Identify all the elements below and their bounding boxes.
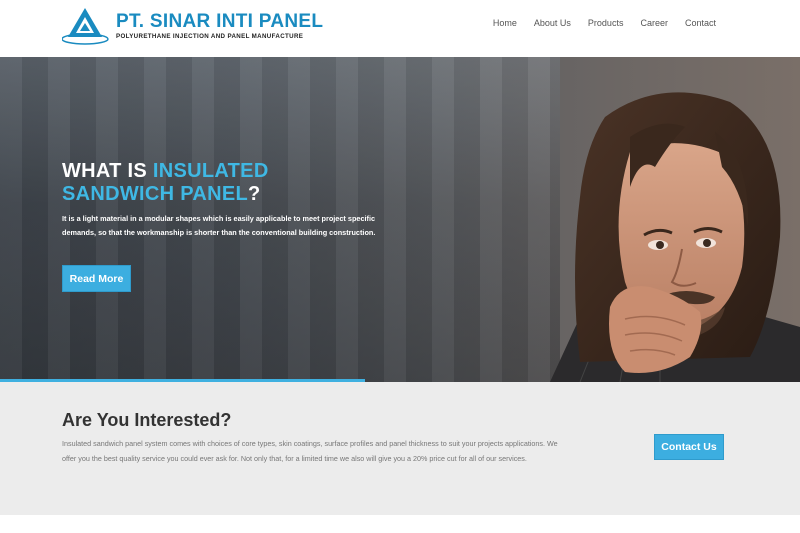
logo-triangle-icon <box>62 8 109 45</box>
hero-heading-line1: WHAT IS INSULATED <box>62 160 269 183</box>
logo-title-part1: PT. SINAR <box>116 11 217 32</box>
interested-title: Are You Interested? <box>62 410 232 430</box>
nav-products[interactable]: Products <box>579 18 632 28</box>
hero-man-photo <box>550 92 800 382</box>
hero-heading-white: WHAT IS <box>62 160 153 182</box>
nav-about-us[interactable]: About Us <box>525 18 579 28</box>
logo-title: PT. SINAR INTI PANEL <box>116 11 323 33</box>
hero-heading-line2: SANDWICH PANEL? <box>62 183 269 206</box>
hero-heading-accent: INSULATED <box>152 160 269 182</box>
company-logo[interactable]: PT. SINAR INTI PANEL POLYURETHANE INJECT… <box>62 6 323 46</box>
interested-description: Insulated sandwich panel system comes wi… <box>62 439 558 463</box>
site-header: PT. SINAR INTI PANEL POLYURETHANE INJECT… <box>0 0 800 57</box>
hero-heading-question: ? <box>248 183 261 205</box>
interested-section: Are You Interested? Insulated sandwich p… <box>0 382 800 515</box>
hero-heading-accent-2: SANDWICH PANEL <box>62 183 249 205</box>
page-footer-strip <box>0 515 800 533</box>
logo-title-part2: INTI PANEL <box>216 11 324 32</box>
main-nav: Home About Us Products Career Contact <box>484 18 716 28</box>
logo-subtitle: POLYURETHANE INJECTION AND PANEL MANUFAC… <box>116 33 304 40</box>
nav-career[interactable]: Career <box>632 18 677 28</box>
hero-banner: WHAT IS INSULATED SANDWICH PANEL? It is … <box>0 57 800 382</box>
read-more-button[interactable]: Read More <box>62 265 131 292</box>
nav-contact[interactable]: Contact <box>676 18 716 28</box>
contact-us-button[interactable]: Contact Us <box>654 434 724 460</box>
nav-home[interactable]: Home <box>484 18 525 28</box>
hero-description: It is a light material in a modular shap… <box>62 214 376 237</box>
hero-heading: WHAT IS INSULATED SANDWICH PANEL? <box>62 160 269 206</box>
